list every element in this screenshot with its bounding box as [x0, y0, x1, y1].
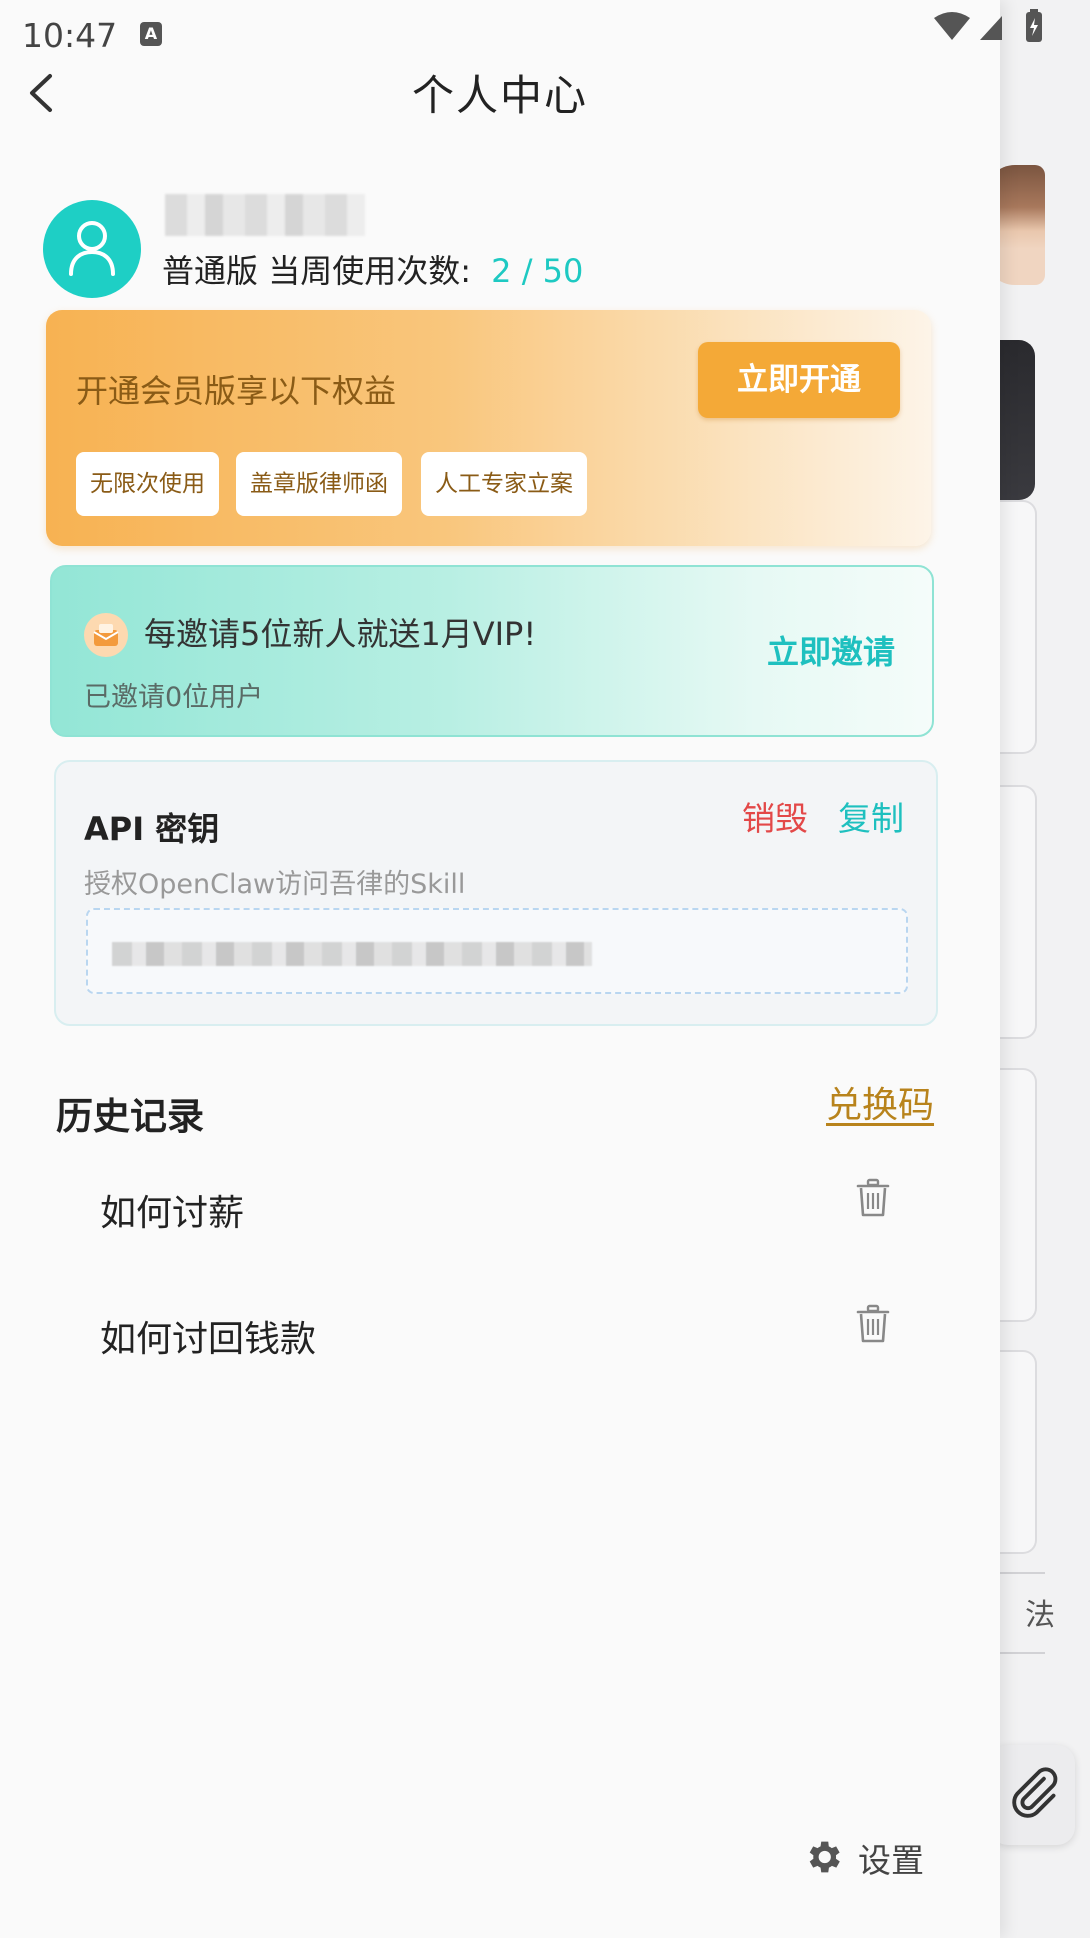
wifi-icon: [934, 12, 970, 40]
invite-now-button[interactable]: 立即邀请: [767, 627, 895, 673]
history-item-label: 如何讨回钱款: [100, 1319, 317, 1360]
signal-icon: [980, 16, 1002, 40]
api-key-field[interactable]: [86, 908, 908, 994]
api-key-description: 授权OpenClaw访问吾律的Skill: [84, 869, 466, 900]
vip-benefit-tag: 无限次使用: [76, 452, 219, 516]
status-time: 10:47: [22, 16, 118, 55]
invite-card[interactable]: 每邀请5位新人就送1月VIP! 已邀请0位用户 立即邀请: [50, 565, 934, 737]
background-divider: [1000, 1572, 1045, 1574]
background-divider: [1000, 1652, 1045, 1654]
paperclip-icon: [1012, 1767, 1058, 1818]
gift-envelope-icon: [84, 613, 128, 657]
invite-promo-text: 每邀请5位新人就送1月VIP!: [144, 615, 537, 653]
vip-benefit-tag: 盖章版律师函: [236, 452, 402, 516]
user-icon: [69, 221, 115, 276]
delete-history-button[interactable]: [856, 1178, 900, 1228]
username-redacted: [165, 194, 365, 236]
vip-benefit-tag: 人工专家立案: [421, 452, 587, 516]
invited-count: 已邀请0位用户: [84, 682, 264, 713]
delete-history-button[interactable]: [856, 1304, 900, 1354]
plan-usage: 普通版 当周使用次数: 2 / 50: [162, 246, 583, 292]
activate-vip-button[interactable]: 立即开通: [698, 342, 900, 418]
history-item-label: 如何讨薪: [100, 1193, 245, 1234]
gear-icon: [809, 1841, 840, 1873]
usage-count: 2 / 50: [491, 252, 584, 290]
status-bar: 10:47 A: [0, 0, 1090, 70]
history-item[interactable]: 如何讨回钱款: [0, 1282, 1000, 1392]
vip-promo-card: 开通会员版享以下权益 立即开通 无限次使用 盖章版律师函 人工专家立案: [46, 310, 931, 546]
plan-name: 普通版: [162, 252, 259, 290]
background-card: [995, 785, 1037, 1039]
settings-label: 设置: [858, 1841, 924, 1880]
usage-label: 当周使用次数:: [268, 252, 471, 290]
api-key-redacted: [112, 942, 592, 966]
avatar[interactable]: [43, 200, 141, 298]
api-key-title: API 密钥: [84, 810, 220, 848]
copy-key-button[interactable]: 复制: [838, 792, 904, 840]
history-item[interactable]: 如何讨薪: [0, 1156, 1000, 1266]
status-icons: [934, 9, 1042, 42]
background-card: [995, 500, 1037, 754]
api-key-card: API 密钥 销毁 复制 授权OpenClaw访问吾律的Skill: [54, 760, 938, 1026]
profile-drawer: 个人中心 普通版 当周使用次数: 2 / 50 开通会员版享以下权益 立即开通 …: [0, 0, 1000, 1938]
trash-icon: [856, 1178, 890, 1217]
redeem-code-link[interactable]: 兑换码: [826, 1076, 934, 1128]
revoke-key-button[interactable]: 销毁: [742, 792, 808, 840]
background-text: 法: [1025, 1598, 1055, 1633]
input-method-icon: A: [140, 22, 162, 46]
background-card: [995, 1068, 1037, 1322]
background-card: [995, 1350, 1037, 1554]
history-title: 历史记录: [56, 1095, 204, 1138]
attach-button[interactable]: [990, 1745, 1075, 1845]
vip-title: 开通会员版享以下权益: [76, 372, 397, 410]
page-title: 个人中心: [411, 71, 588, 120]
trash-icon: [856, 1304, 890, 1343]
